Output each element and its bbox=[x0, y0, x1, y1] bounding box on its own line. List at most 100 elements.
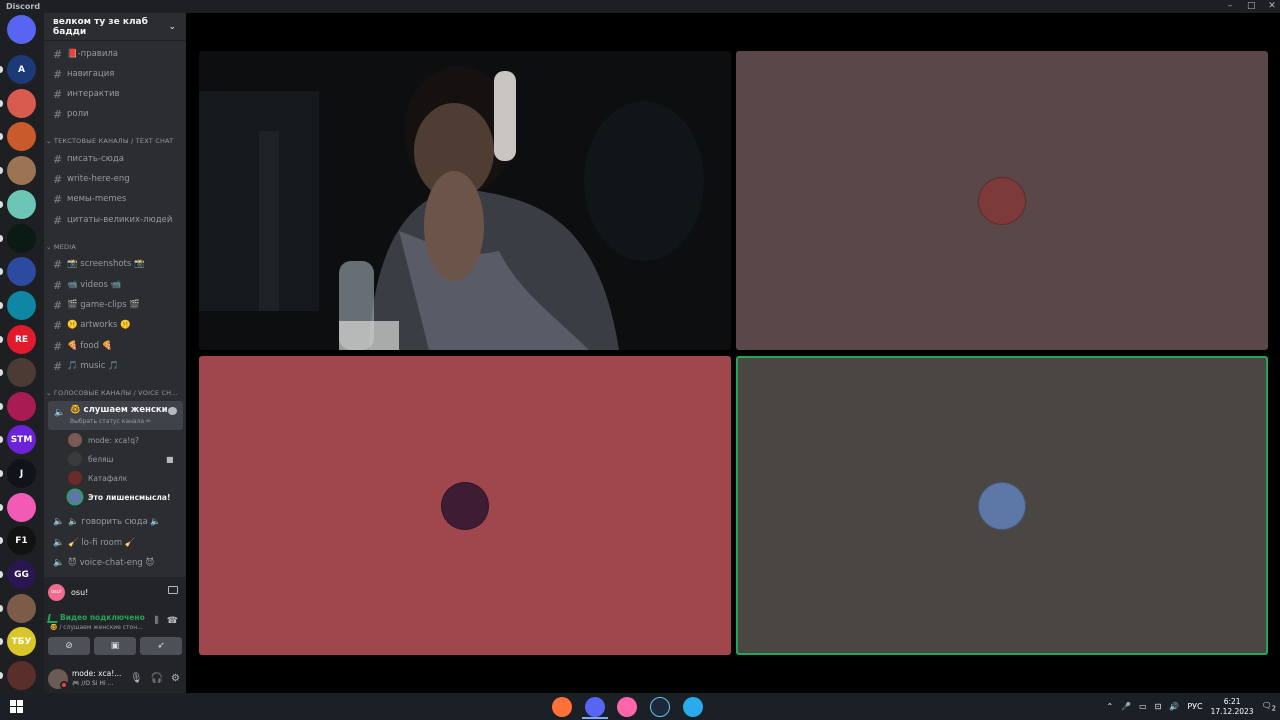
server-label: A bbox=[18, 64, 25, 75]
server-icon[interactable]: STM bbox=[7, 425, 36, 454]
channel-media[interactable]: # 📸 screenshots 📸 bbox=[48, 255, 182, 273]
voice-user-name: Это лишенсмысла! bbox=[88, 492, 171, 502]
server-icon[interactable] bbox=[7, 392, 36, 421]
activities-button[interactable]: ➶ bbox=[140, 637, 182, 655]
category-label: ГОЛОСОВЫЕ КАНАЛЫ / VOICE CH... bbox=[53, 389, 178, 397]
screen-share-icon[interactable] bbox=[168, 586, 178, 594]
channel-text[interactable]: # цитаты-великих-людей bbox=[48, 211, 182, 229]
channel-status-prompt[interactable]: Выбрать статус канала ✏ bbox=[70, 418, 151, 425]
hash-icon: # bbox=[53, 47, 63, 61]
server-icon[interactable]: F1 bbox=[7, 526, 36, 555]
chevron-down-icon[interactable]: ⌄ bbox=[168, 22, 176, 32]
channel-text[interactable]: # мемы-memes bbox=[48, 190, 182, 208]
firefox-icon[interactable] bbox=[552, 697, 572, 717]
close-button[interactable]: ✕ bbox=[1268, 0, 1276, 13]
camera-toggle-button[interactable]: ⊘ bbox=[48, 637, 90, 655]
server-icon[interactable] bbox=[7, 89, 36, 118]
unread-indicator bbox=[0, 504, 3, 511]
telegram-icon[interactable] bbox=[683, 697, 703, 717]
chat-bubble-icon[interactable] bbox=[168, 407, 177, 415]
voice-user-name: беляш bbox=[88, 454, 114, 464]
channel-media[interactable]: # 🎬 game-clips 🎬 bbox=[48, 296, 182, 314]
channel-media[interactable]: # 🍕 food 🍕 bbox=[48, 337, 182, 355]
network-icon[interactable]: ⊡ bbox=[1155, 702, 1162, 711]
unread-indicator bbox=[0, 302, 3, 309]
osu-icon[interactable] bbox=[617, 697, 637, 717]
channel-label: навигация bbox=[67, 69, 115, 79]
channel-voice[interactable]: 🔈 🔈 говорить сюда 🔈 bbox=[48, 513, 182, 531]
server-icon[interactable] bbox=[7, 122, 36, 151]
server-icon[interactable]: ТБУ bbox=[7, 627, 36, 656]
server-icon[interactable] bbox=[7, 661, 36, 690]
voice-user[interactable]: Катафалк bbox=[68, 469, 127, 487]
server-icon[interactable] bbox=[7, 190, 36, 219]
server-icon[interactable] bbox=[7, 291, 36, 320]
server-icon[interactable] bbox=[7, 358, 36, 387]
channel-roles[interactable]: # роли bbox=[48, 105, 182, 123]
unread-indicator bbox=[0, 369, 3, 376]
server-icon[interactable] bbox=[7, 156, 36, 185]
server-icon[interactable] bbox=[7, 493, 36, 522]
notifications-icon[interactable]: 🗨2 bbox=[1262, 701, 1276, 713]
server-label: ТБУ bbox=[11, 636, 32, 647]
channel-interactive[interactable]: # интерактив bbox=[48, 85, 182, 103]
category-media[interactable]: ⌄ MEDIA bbox=[46, 243, 76, 251]
channel-voice[interactable]: 🔈 🧹 lo-fi room 🧹 bbox=[48, 534, 182, 552]
microphone-icon[interactable]: 🎙 bbox=[130, 673, 143, 684]
server-icon[interactable] bbox=[7, 224, 36, 253]
server-icon[interactable]: RE bbox=[7, 325, 36, 354]
noise-suppression-icon[interactable]: ⫼ bbox=[155, 616, 159, 626]
server-icon[interactable] bbox=[7, 594, 36, 623]
channel-voice[interactable]: 🔈 😈 voice-chat-eng 😈 bbox=[48, 554, 182, 572]
discord-icon[interactable] bbox=[585, 697, 605, 717]
channel-text[interactable]: # писать-сюда bbox=[48, 150, 182, 168]
disconnect-icon[interactable]: ☎ bbox=[167, 616, 178, 626]
battery-icon[interactable]: ▭ bbox=[1139, 702, 1147, 711]
channel-text[interactable]: # write-here-eng bbox=[48, 170, 182, 188]
server-icon[interactable]: GG bbox=[7, 560, 36, 589]
video-tile[interactable] bbox=[199, 51, 731, 350]
steam-icon[interactable] bbox=[650, 697, 670, 717]
voice-user[interactable]: mode: xca!q? bbox=[68, 431, 139, 449]
clock-time: 6:21 bbox=[1223, 696, 1241, 706]
server-icon[interactable] bbox=[7, 257, 36, 286]
voice-user[interactable]: Это лишенсмысла! bbox=[68, 488, 170, 506]
microphone-icon[interactable]: 🎤 bbox=[1121, 702, 1131, 711]
server-icon[interactable]: J bbox=[7, 459, 36, 488]
active-voice-channel[interactable]: 🔈 🤓 слушаем женски... Выбрать статус кан… bbox=[48, 401, 183, 430]
maximize-button[interactable]: □ bbox=[1247, 0, 1256, 13]
gear-icon[interactable]: ⚙ bbox=[171, 673, 180, 684]
screen-share-icon: ▣ bbox=[110, 641, 120, 651]
user-tile[interactable] bbox=[199, 356, 731, 655]
hash-icon: # bbox=[53, 172, 63, 186]
guild-name: велком ту зе клаб бадди bbox=[53, 16, 148, 37]
headphones-icon[interactable]: 🎧 bbox=[151, 673, 163, 684]
guild-header[interactable]: велком ту зе клаб бадди ⌄ bbox=[44, 13, 186, 41]
category-voice[interactable]: ⌄ ГОЛОСОВЫЕ КАНАЛЫ / VOICE CH... bbox=[46, 389, 178, 397]
hash-icon: # bbox=[53, 87, 63, 101]
clock[interactable]: 6:21 17.12.2023 bbox=[1211, 697, 1254, 717]
account-controls: 🎙 🎧 ⚙ bbox=[130, 673, 180, 684]
user-tile-speaking[interactable] bbox=[736, 356, 1268, 655]
minimize-button[interactable]: – bbox=[1226, 0, 1234, 13]
channel-navigation[interactable]: # навигация bbox=[48, 65, 182, 83]
speaker-icon: 🔈 bbox=[53, 538, 65, 548]
channel-media[interactable]: # 🎵 music 🎵 bbox=[48, 357, 182, 375]
channel-rules[interactable]: # 📕-правила bbox=[48, 45, 182, 63]
channel-media[interactable]: # 📹 videos 📹 bbox=[48, 276, 182, 294]
chevron-up-icon[interactable]: ⌃ bbox=[1106, 702, 1113, 711]
activity-panel[interactable]: osu! osu! bbox=[48, 581, 88, 603]
username[interactable]: mode: xca!... bbox=[72, 669, 121, 678]
user-tile[interactable] bbox=[736, 51, 1268, 350]
screen-share-button[interactable]: ▣ bbox=[94, 637, 136, 655]
hash-icon: # bbox=[53, 359, 63, 373]
channel-media[interactable]: # 🤫 artworks 🤫 bbox=[48, 316, 182, 334]
voice-user-name: mode: xca!q? bbox=[88, 435, 139, 445]
volume-icon[interactable]: 🔊 bbox=[1169, 702, 1179, 711]
windows-start-icon[interactable] bbox=[10, 700, 23, 713]
voice-user[interactable]: беляш ■ bbox=[68, 450, 174, 468]
language-indicator[interactable]: РУС bbox=[1187, 702, 1202, 711]
discord-home-icon[interactable] bbox=[7, 15, 36, 44]
category-text[interactable]: ⌄ ТЕКСТОВЫЕ КАНАЛЫ / TEXT CHAT bbox=[46, 137, 173, 145]
server-icon[interactable]: A bbox=[7, 55, 36, 84]
